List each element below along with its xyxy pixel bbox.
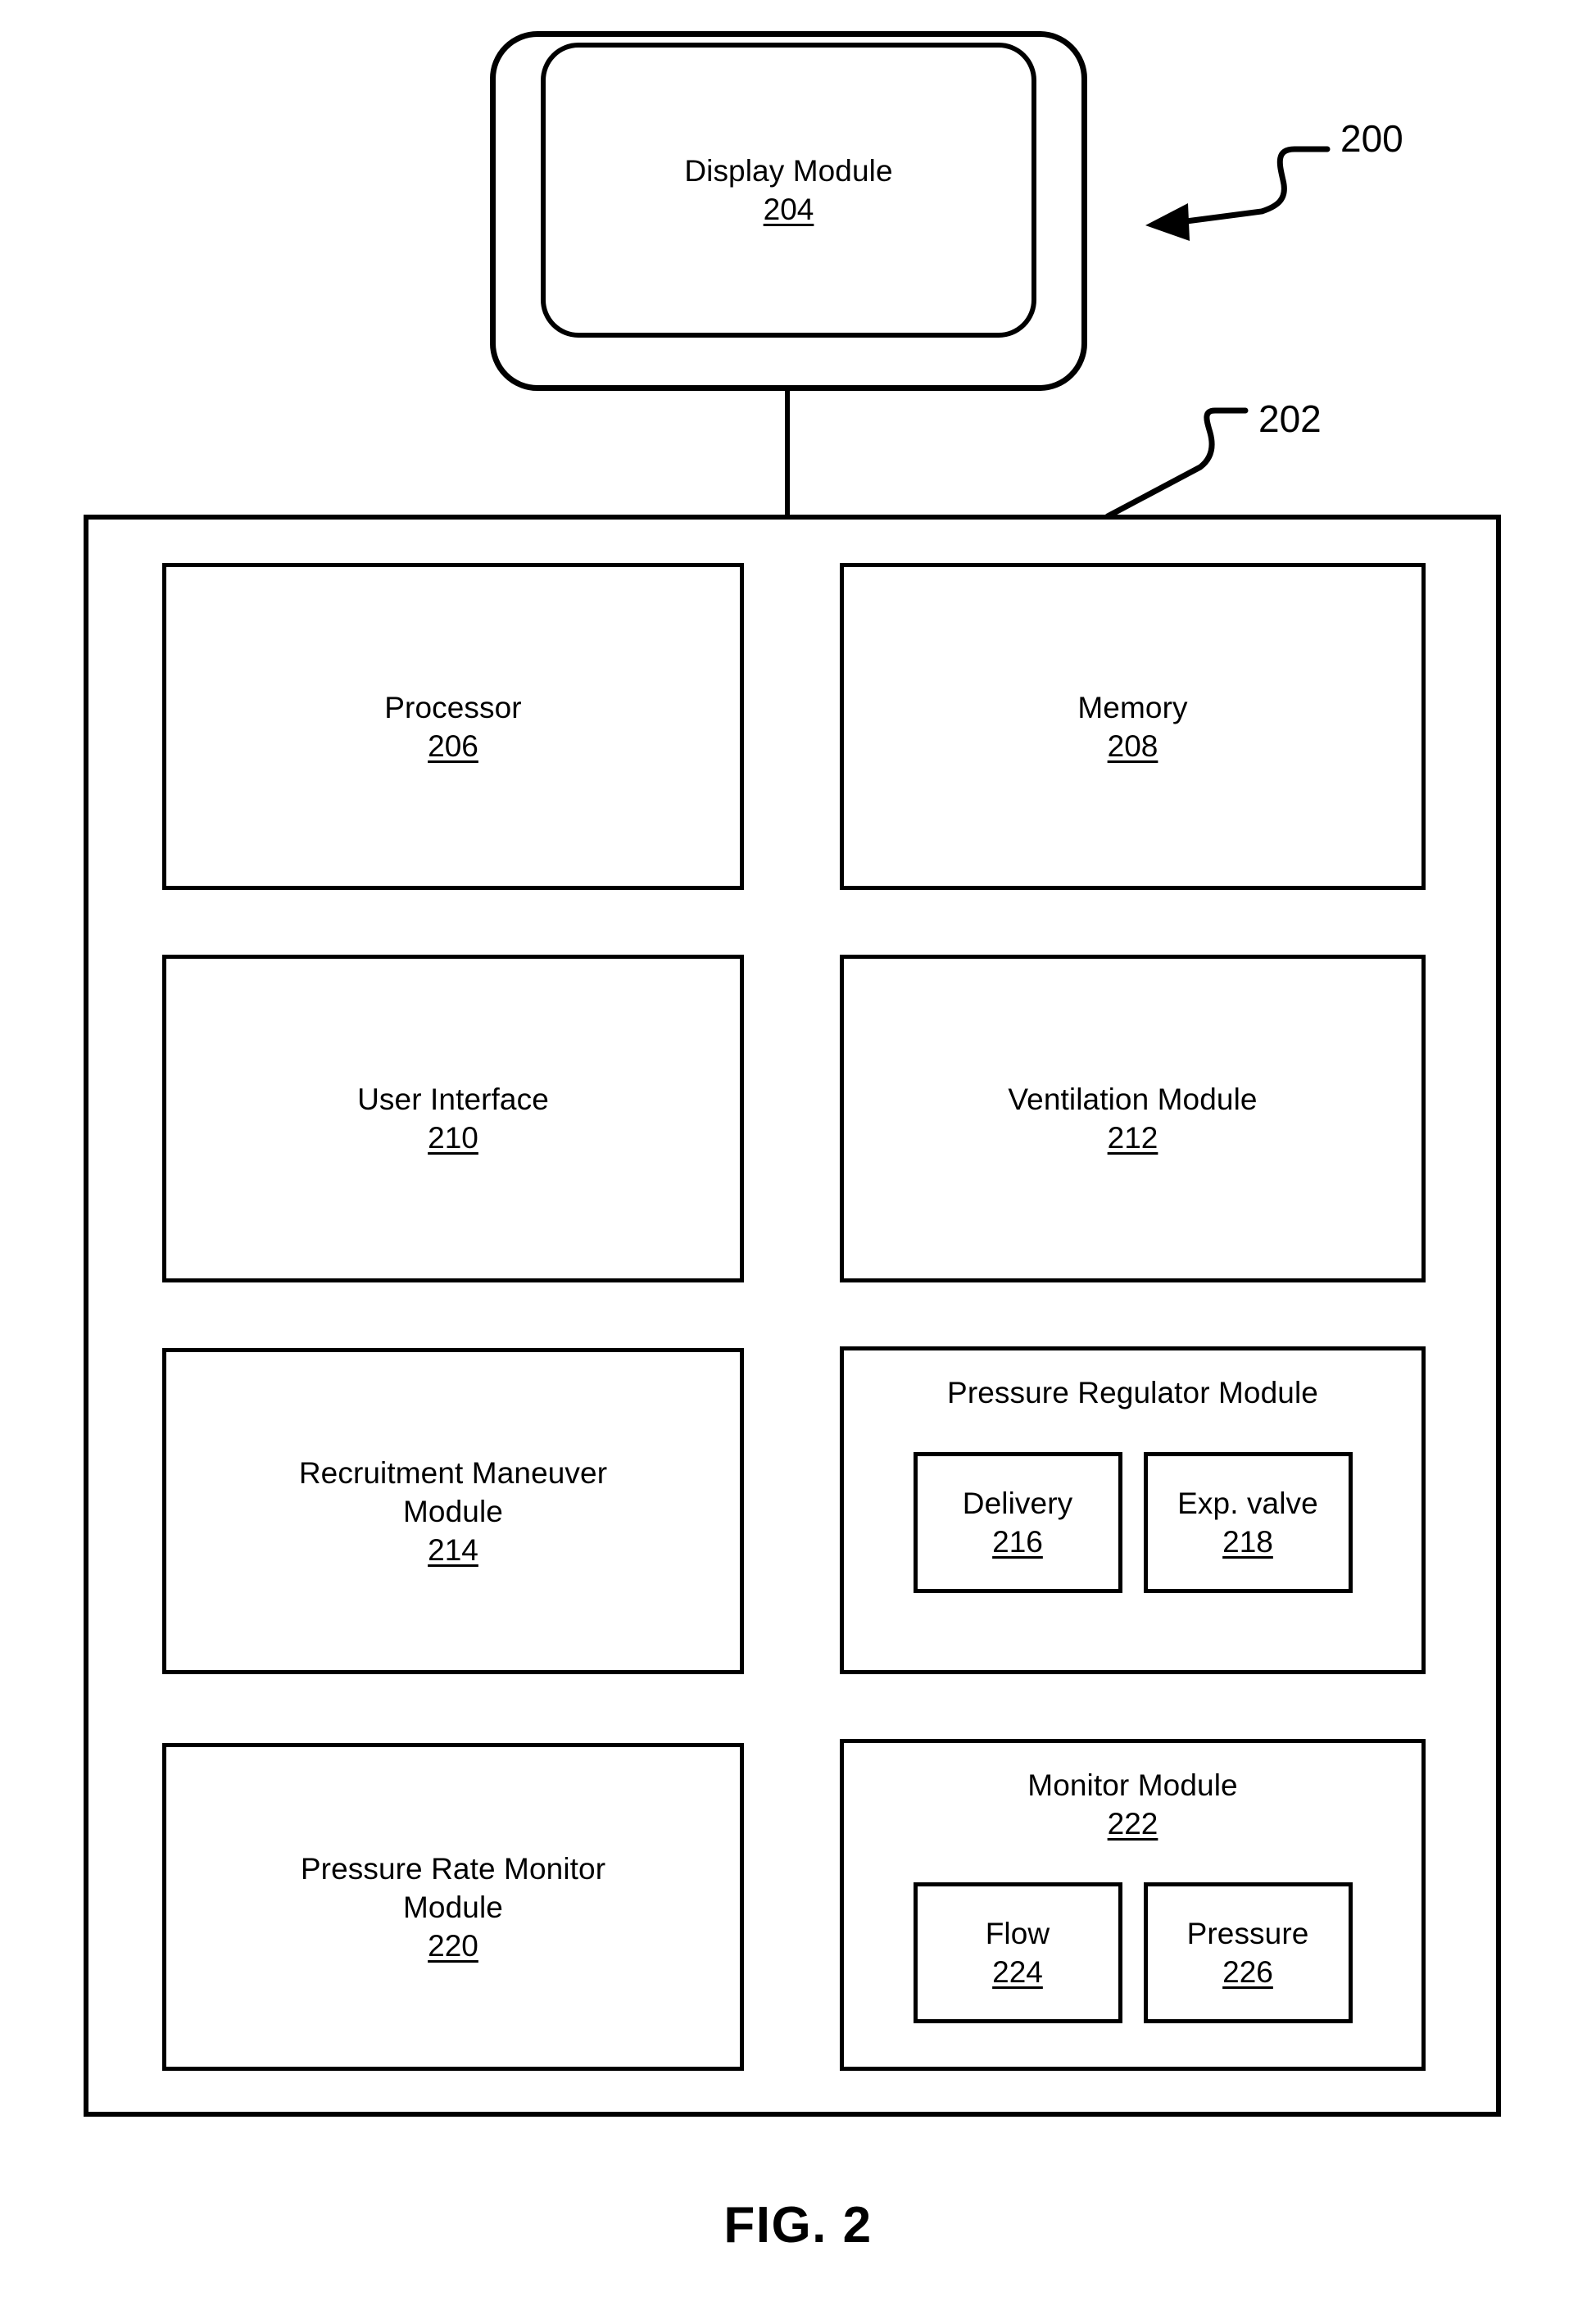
module-ventilation-ref: 212 [1107,1121,1158,1155]
module-pressure-regulator-title: Pressure Regulator Module [947,1376,1318,1409]
module-monitor-ref: 222 [1107,1807,1158,1841]
module-processor: Processor 206 [162,563,744,890]
module-user-interface: User Interface 210 [162,955,744,1282]
module-pressure-rate-monitor: Pressure Rate Monitor Module 220 [162,1743,744,2071]
display-module-title: Display Module [684,154,893,188]
module-ventilation: Ventilation Module 212 [840,955,1426,1282]
module-user-interface-ref: 210 [428,1121,478,1155]
figure-caption: FIG. 2 [723,2197,873,2254]
monitor-sub-modules: Flow 224 Pressure 226 [844,1882,1421,2023]
module-recruitment-maneuver-title: Recruitment Maneuver Module [298,1455,608,1528]
module-memory-title: Memory [1077,690,1188,724]
display-module: Display Module 204 [541,43,1036,338]
submodule-delivery: Delivery 216 [913,1452,1122,1593]
submodule-exp-valve-ref: 218 [1222,1525,1273,1559]
display-to-controller-connector [785,385,790,518]
module-pressure-rate-monitor-ref: 220 [428,1928,478,1963]
pressure-regulator-sub-modules: Delivery 216 Exp. valve 218 [844,1452,1421,1593]
display-module-ref: 204 [763,193,814,226]
submodule-pressure-ref: 226 [1222,1955,1273,1989]
submodule-exp-valve: Exp. valve 218 [1143,1452,1353,1593]
submodule-pressure: Pressure 226 [1143,1882,1353,2023]
submodule-delivery-ref: 216 [992,1525,1043,1559]
submodule-flow-title: Flow [985,1917,1050,1950]
module-recruitment-maneuver-ref: 214 [428,1532,478,1567]
module-processor-title: Processor [384,690,522,724]
callout-202-label: 202 [1258,397,1322,440]
module-pressure-regulator: Pressure Regulator Module Delivery 216 E… [840,1346,1426,1674]
submodule-flow-ref: 224 [992,1955,1043,1989]
module-recruitment-maneuver: Recruitment Maneuver Module 214 [162,1348,744,1674]
module-memory: Memory 208 [840,563,1426,890]
module-ventilation-title: Ventilation Module [1008,1083,1258,1116]
module-monitor-title: Monitor Module [1027,1768,1238,1802]
module-memory-ref: 208 [1107,729,1158,763]
module-monitor: Monitor Module 222 Flow 224 Pressure 226 [840,1739,1426,2071]
module-processor-ref: 206 [428,729,478,763]
submodule-delivery-title: Delivery [962,1487,1073,1520]
callout-200-label: 200 [1340,117,1403,160]
submodule-exp-valve-title: Exp. valve [1177,1487,1318,1520]
callout-202-leader-line [1104,407,1249,520]
submodule-pressure-title: Pressure [1186,1917,1309,1950]
module-user-interface-title: User Interface [357,1083,549,1116]
patent-figure-2: Display Module 204 200 202 Processor 206… [0,0,1596,2315]
module-pressure-rate-monitor-title: Pressure Rate Monitor Module [300,1851,606,1924]
submodule-flow: Flow 224 [913,1882,1122,2023]
